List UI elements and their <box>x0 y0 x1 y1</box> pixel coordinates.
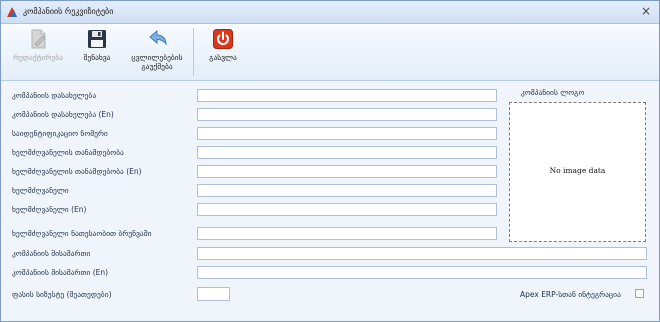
app-icon <box>7 7 17 17</box>
price-precision-input[interactable] <box>197 287 230 301</box>
toolbar-separator <box>193 28 194 76</box>
cancel-changes-button[interactable]: ცვლილებების გაუქმება <box>125 26 189 78</box>
identification-number-input[interactable] <box>197 127 497 140</box>
company-address-label: კომპანიის მისამართი <box>12 249 91 258</box>
exit-button-label: გასვლა <box>209 53 237 62</box>
floppy-disk-icon <box>88 30 106 48</box>
price-precision-label: ფასის სიზუსტე (მეათედები) <box>12 290 112 299</box>
edit-document-icon <box>31 29 46 49</box>
toolbar: რედაქტირება შენახვა ცვლილებების გაუქმება <box>1 24 659 81</box>
director-position-en-label: ხელმძღვანელის თანამდებობა (En) <box>12 167 142 176</box>
director-position-input[interactable] <box>197 146 497 159</box>
company-logo-box[interactable]: No image data <box>509 102 646 242</box>
director-position-label: ხელმძღვანელის თანამდებობა <box>12 148 124 157</box>
edit-button-label: რედაქტირება <box>13 53 63 62</box>
company-details-window: კომპანიის რეკვიზიტები × რედაქტირება შენა… <box>0 0 660 322</box>
director-en-label: ხელმძღვანელი (En) <box>12 205 87 214</box>
power-icon <box>213 29 233 49</box>
director-input[interactable] <box>197 184 497 197</box>
save-button-label: შენახვა <box>83 53 111 62</box>
title-bar: კომპანიის რეკვიზიტები × <box>1 1 659 24</box>
company-address-en-input[interactable] <box>197 266 647 279</box>
edit-button[interactable]: რედაქტირება <box>7 26 69 78</box>
company-logo-label: კომპანიის ლოგო <box>521 88 585 97</box>
form-area: კომპანიის დასახელება კომპანიის დასახელებ… <box>1 81 659 321</box>
company-address-en-label: კომპანიის მისამართი (En) <box>12 268 109 277</box>
close-icon[interactable]: × <box>639 4 653 18</box>
cancel-label-line1: ცვლილებების <box>131 53 183 62</box>
save-button[interactable]: შენახვა <box>75 26 119 78</box>
company-name-label: კომპანიის დასახელება <box>12 91 97 100</box>
undo-arrow-icon <box>149 29 167 46</box>
apex-integration-checkbox[interactable] <box>635 289 644 298</box>
cancel-label-line2: გაუქმება <box>141 62 173 71</box>
director-label: ხელმძღვანელი <box>12 186 69 195</box>
director-en-input[interactable] <box>197 203 497 216</box>
director-genitive-input[interactable] <box>197 227 497 240</box>
director-genitive-label: ხელმძღვანელი ნათესაობით ბრუნვაში <box>12 229 152 238</box>
identification-number-label: საიდენტიფიკაციო ნომერი <box>12 129 108 138</box>
company-name-input[interactable] <box>197 89 497 102</box>
exit-button[interactable]: გასვლა <box>201 26 245 78</box>
window-title: კომპანიის რეკვიზიტები <box>23 7 114 16</box>
apex-integration-label: Apex ERP-სთან ინტეგრაცია <box>520 290 621 299</box>
company-address-input[interactable] <box>197 247 647 260</box>
company-name-en-input[interactable] <box>197 108 497 121</box>
no-image-text: No image data <box>549 166 606 175</box>
company-name-en-label: კომპანიის დასახელება (En) <box>12 110 114 119</box>
director-position-en-input[interactable] <box>197 165 497 178</box>
